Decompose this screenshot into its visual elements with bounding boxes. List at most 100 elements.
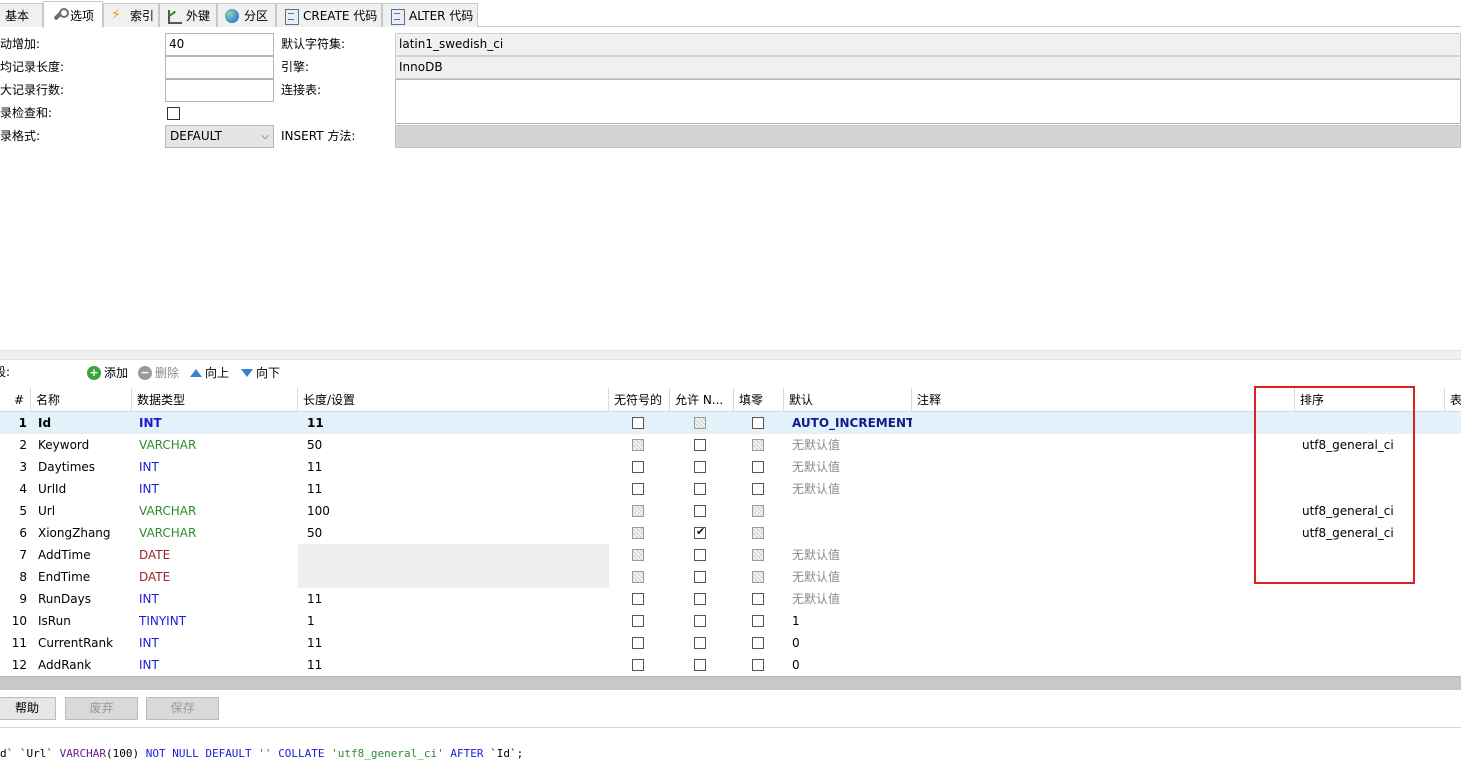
nullable-checkbox[interactable] [694, 505, 706, 517]
header-unsigned[interactable]: 无符号的 [609, 388, 670, 412]
tab-alter-code[interactable]: ALTER 代码 [382, 3, 478, 27]
collation-cell[interactable]: utf8_general_ci [1297, 500, 1445, 522]
header-collation[interactable]: 排序 [1295, 388, 1445, 412]
field-name-cell[interactable]: Keyword [33, 434, 132, 456]
default-cell[interactable]: 无默认值 [787, 566, 912, 588]
zerofill-checkbox[interactable] [752, 505, 764, 517]
unsigned-checkbox[interactable] [632, 461, 644, 473]
default-cell[interactable]: 0 [787, 654, 912, 676]
length-cell[interactable]: 11 [302, 456, 609, 478]
data-type-cell[interactable]: TINYINT [134, 610, 298, 632]
save-button[interactable]: 保存 [146, 697, 219, 720]
header-num[interactable]: # [0, 388, 31, 412]
field-name-cell[interactable]: AddTime [33, 544, 132, 566]
length-cell[interactable]: 11 [302, 478, 609, 500]
header-length[interactable]: 长度/设置 [298, 388, 609, 412]
length-cell[interactable]: 50 [302, 434, 609, 456]
tab-foreign-keys[interactable]: 外键 [159, 3, 217, 27]
tab-options[interactable]: 选项 [43, 1, 103, 28]
field-name-cell[interactable]: RunDays [33, 588, 132, 610]
comment-cell[interactable] [913, 412, 1295, 434]
table-row[interactable]: 3 Daytimes INT 11 无默认值 [0, 456, 1461, 478]
tab-create-code[interactable]: CREATE 代码 [276, 3, 382, 27]
nullable-checkbox[interactable] [694, 439, 706, 451]
comment-cell[interactable] [913, 544, 1295, 566]
collation-cell[interactable] [1297, 478, 1445, 500]
zerofill-checkbox[interactable] [752, 549, 764, 561]
field-name-cell[interactable]: UrlId [33, 478, 132, 500]
comment-cell[interactable] [913, 588, 1295, 610]
default-cell[interactable] [787, 522, 912, 544]
collation-cell[interactable] [1297, 544, 1445, 566]
field-name-cell[interactable]: EndTime [33, 566, 132, 588]
discard-button[interactable]: 废弃 [65, 697, 138, 720]
insert-method-select[interactable] [395, 125, 1461, 148]
header-type[interactable]: 数据类型 [132, 388, 298, 412]
length-cell[interactable]: 11 [302, 412, 609, 434]
zerofill-checkbox[interactable] [752, 615, 764, 627]
panel-splitter[interactable] [0, 350, 1461, 360]
comment-cell[interactable] [913, 478, 1295, 500]
nullable-checkbox[interactable] [694, 525, 706, 539]
default-cell[interactable]: 无默认值 [787, 434, 912, 456]
zerofill-checkbox[interactable] [752, 593, 764, 605]
zerofill-checkbox[interactable] [752, 417, 764, 429]
tab-basic[interactable]: 基本 [0, 3, 43, 27]
default-cell[interactable]: 无默认值 [787, 588, 912, 610]
table-row[interactable]: 8 EndTime DATE 无默认值 [0, 566, 1461, 588]
data-type-cell[interactable]: VARCHAR [134, 434, 298, 456]
length-cell[interactable]: 100 [302, 500, 609, 522]
nullable-checkbox[interactable] [694, 659, 706, 671]
collation-cell[interactable] [1297, 566, 1445, 588]
unsigned-checkbox[interactable] [632, 549, 644, 561]
length-cell[interactable]: 11 [302, 654, 609, 676]
move-down-button[interactable]: 向下 [241, 363, 280, 383]
help-button[interactable]: 帮助 [0, 697, 56, 720]
data-type-cell[interactable]: INT [134, 412, 298, 434]
field-name-cell[interactable]: CurrentRank [33, 632, 132, 654]
data-type-cell[interactable]: INT [134, 588, 298, 610]
comment-cell[interactable] [913, 610, 1295, 632]
comment-cell[interactable] [913, 632, 1295, 654]
header-extra[interactable]: 表 [1445, 388, 1461, 412]
data-type-cell[interactable]: INT [134, 654, 298, 676]
header-name[interactable]: 名称 [31, 388, 132, 412]
table-row[interactable]: 7 AddTime DATE 无默认值 [0, 544, 1461, 566]
data-type-cell[interactable]: INT [134, 632, 298, 654]
table-row[interactable]: 6 XiongZhangVARCHAR50 utf8_general_ci [0, 522, 1461, 544]
zerofill-checkbox[interactable] [752, 637, 764, 649]
zerofill-checkbox[interactable] [752, 461, 764, 473]
charset-select[interactable]: latin1_swedish_ci [395, 33, 1461, 56]
nullable-checkbox[interactable] [694, 461, 706, 473]
nullable-checkbox[interactable] [694, 637, 706, 649]
table-row[interactable]: 5 Url VARCHAR 100 utf8_general_ci [0, 500, 1461, 522]
table-row[interactable]: 10 IsRun TINYINT 1 1 [0, 610, 1461, 632]
collation-cell[interactable] [1297, 412, 1445, 434]
tab-indexes[interactable]: 索引 [103, 3, 159, 27]
nullable-checkbox[interactable] [694, 615, 706, 627]
header-zerofill[interactable]: 填零 [734, 388, 784, 412]
default-cell[interactable]: 无默认值 [787, 456, 912, 478]
field-name-cell[interactable]: Url [33, 500, 132, 522]
unsigned-checkbox[interactable] [632, 505, 644, 517]
collation-cell[interactable] [1297, 610, 1445, 632]
auto-increment-input[interactable]: 40 [165, 33, 274, 56]
unsigned-checkbox[interactable] [632, 637, 644, 649]
header-nullable[interactable]: 允许 N... [670, 388, 734, 412]
default-cell[interactable]: 无默认值 [787, 544, 912, 566]
default-cell[interactable] [787, 500, 912, 522]
zerofill-checkbox[interactable] [752, 659, 764, 671]
default-cell[interactable]: 无默认值 [787, 478, 912, 500]
unsigned-checkbox[interactable] [632, 417, 644, 429]
unsigned-checkbox[interactable] [632, 593, 644, 605]
table-row[interactable]: 12 AddRank INT 11 0 [0, 654, 1461, 676]
horizontal-scrollbar[interactable] [0, 676, 1461, 690]
length-cell[interactable]: 50 [302, 522, 609, 544]
comment-cell[interactable] [913, 522, 1295, 544]
table-row[interactable]: 9 RunDays INT 11 无默认值 [0, 588, 1461, 610]
comment-cell[interactable] [913, 566, 1295, 588]
data-type-cell[interactable]: INT [134, 478, 298, 500]
unsigned-checkbox[interactable] [632, 615, 644, 627]
zerofill-checkbox[interactable] [752, 527, 764, 539]
field-name-cell[interactable]: AddRank [33, 654, 132, 676]
